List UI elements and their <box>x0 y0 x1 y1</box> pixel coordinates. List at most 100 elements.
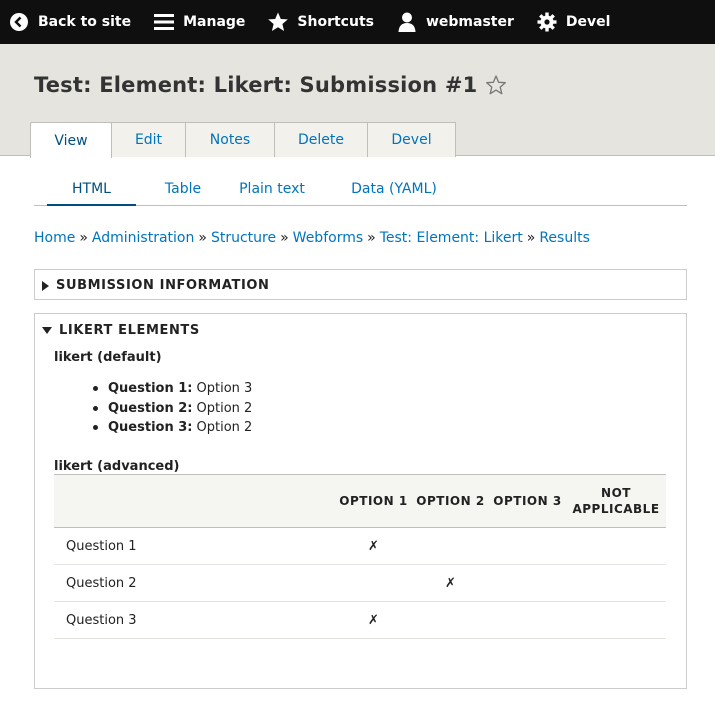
subtab-data-yaml[interactable]: Data (YAML) <box>346 172 442 206</box>
breadcrumb-administration[interactable]: Administration <box>92 230 194 246</box>
breadcrumb-webforms[interactable]: Webforms <box>293 230 363 246</box>
table-cell <box>489 601 566 639</box>
breadcrumb-separator: » <box>526 230 536 246</box>
subtab-html-label: HTML <box>72 181 111 197</box>
table-cell <box>566 527 666 565</box>
tab-delete[interactable]: Delete <box>274 122 368 157</box>
table-header-row: OPTION 1 OPTION 2 OPTION 3 NOT APPLICABL… <box>54 474 666 528</box>
subtab-plain-text[interactable]: Plain text <box>232 172 312 206</box>
list-item: Question 3: Option 2 <box>93 418 252 438</box>
page-title-text: Test: Element: Likert: Submission #1 <box>34 73 478 97</box>
submission-information-details: SUBMISSION INFORMATION <box>34 269 687 300</box>
toolbar-manage-label: Manage <box>183 14 246 30</box>
expanded-triangle-icon <box>42 327 52 334</box>
breadcrumb-separator: » <box>367 230 376 246</box>
bullet-icon <box>93 405 98 411</box>
table-cell: ✗ <box>412 564 489 602</box>
breadcrumb-separator: » <box>79 230 88 246</box>
bullet-icon <box>93 425 98 431</box>
table-cell <box>489 527 566 565</box>
shortcut-star-icon[interactable] <box>485 74 507 96</box>
toolbar-devel[interactable]: Devel <box>536 0 633 44</box>
table-row: Question 3 ✗ <box>54 601 666 639</box>
toolbar-back-to-site-label: Back to site <box>38 14 132 30</box>
breadcrumb-home[interactable]: Home <box>34 230 75 246</box>
subtab-table-label: Table <box>164 181 202 197</box>
table-header-option-3: OPTION 3 <box>489 474 566 528</box>
page-header: Test: Element: Likert: Submission #1 Vie… <box>0 44 715 158</box>
bullet-icon <box>93 386 98 392</box>
user-icon <box>396 11 418 33</box>
table-cell <box>489 564 566 602</box>
answer-value: Option 2 <box>196 400 253 416</box>
breadcrumb-webform[interactable]: Test: Element: Likert <box>380 230 523 246</box>
tab-devel-label: Devel <box>391 132 432 148</box>
likert-advanced-table: OPTION 1 OPTION 2 OPTION 3 NOT APPLICABL… <box>54 474 666 639</box>
likert-default-label: likert (default) <box>54 350 162 365</box>
tab-view[interactable]: View <box>30 122 112 158</box>
back-arrow-icon <box>8 11 30 33</box>
tab-notes[interactable]: Notes <box>185 122 275 157</box>
table-cell <box>335 564 412 602</box>
tab-devel[interactable]: Devel <box>367 122 456 157</box>
tab-notes-label: Notes <box>209 132 251 148</box>
likert-elements-label: LIKERT ELEMENTS <box>59 323 200 338</box>
primary-tabs: View Edit Notes Delete Devel <box>30 121 456 158</box>
toolbar-user[interactable]: webmaster <box>396 0 536 44</box>
submission-information-summary[interactable]: SUBMISSION INFORMATION <box>42 278 270 293</box>
table-row: Question 1 ✗ <box>54 527 666 565</box>
table-cell <box>412 527 489 565</box>
toolbar-manage[interactable]: Manage <box>153 0 267 44</box>
secondary-tabs: HTML Table Plain text Data (YAML) <box>34 172 687 206</box>
table-cell: ✗ <box>335 601 412 639</box>
breadcrumb-results[interactable]: Results <box>539 230 590 246</box>
toolbar-back-to-site[interactable]: Back to site <box>8 0 153 44</box>
breadcrumb-structure[interactable]: Structure <box>211 230 276 246</box>
collapsed-triangle-icon <box>42 280 49 291</box>
table-cell <box>566 601 666 639</box>
tab-edit[interactable]: Edit <box>111 122 186 157</box>
breadcrumb-separator: » <box>198 230 207 246</box>
subtab-table[interactable]: Table <box>162 172 204 206</box>
table-cell: ✗ <box>335 527 412 565</box>
table-header-option-2: OPTION 2 <box>412 474 489 528</box>
table-header-not-applicable: NOT APPLICABLE <box>566 474 666 528</box>
subtab-plain-text-label: Plain text <box>239 181 305 197</box>
likert-elements-details: LIKERT ELEMENTS likert (default) Questio… <box>34 313 687 689</box>
table-row: Question 2 ✗ <box>54 564 666 602</box>
tab-view-label: View <box>54 132 88 149</box>
breadcrumb-separator: » <box>280 230 289 246</box>
page-title: Test: Element: Likert: Submission #1 <box>34 73 507 97</box>
tab-delete-label: Delete <box>298 132 344 148</box>
toolbar-shortcuts-label: Shortcuts <box>297 14 374 30</box>
question-label: Question 3: <box>108 420 193 436</box>
breadcrumb: Home» Administration» Structure» Webforms» T… <box>34 230 590 246</box>
table-header-option-1: OPTION 1 <box>335 474 412 528</box>
list-item: Question 1: Option 3 <box>93 379 252 399</box>
likert-elements-summary[interactable]: LIKERT ELEMENTS <box>42 323 200 338</box>
toolbar-shortcuts[interactable]: Shortcuts <box>267 0 396 44</box>
question-label: Question 1: <box>108 381 193 397</box>
list-item: Question 2: Option 2 <box>93 399 252 419</box>
likert-advanced-label: likert (advanced) <box>54 459 180 474</box>
menu-icon <box>153 11 175 33</box>
table-cell <box>412 601 489 639</box>
question-label: Question 2: <box>108 400 193 416</box>
likert-default-list: Question 1: Option 3 Question 2: Option 2 … <box>93 379 252 438</box>
table-cell-question: Question 3 <box>54 601 335 639</box>
table-cell <box>566 564 666 602</box>
toolbar-user-label: webmaster <box>425 14 514 30</box>
gear-icon <box>536 11 558 33</box>
admin-toolbar: Back to site Manage Shortcuts webmaster <box>0 0 715 44</box>
submission-information-label: SUBMISSION INFORMATION <box>56 278 270 293</box>
toolbar-devel-label: Devel <box>565 14 611 30</box>
table-header-question <box>54 474 335 528</box>
table-cell-question: Question 1 <box>54 527 335 565</box>
subtab-html[interactable]: HTML <box>47 172 136 206</box>
answer-value: Option 3 <box>196 381 253 397</box>
answer-value: Option 2 <box>196 420 253 436</box>
tab-edit-label: Edit <box>134 132 163 148</box>
table-cell-question: Question 2 <box>54 564 335 602</box>
subtab-data-yaml-label: Data (YAML) <box>351 181 437 197</box>
star-icon <box>267 11 289 33</box>
